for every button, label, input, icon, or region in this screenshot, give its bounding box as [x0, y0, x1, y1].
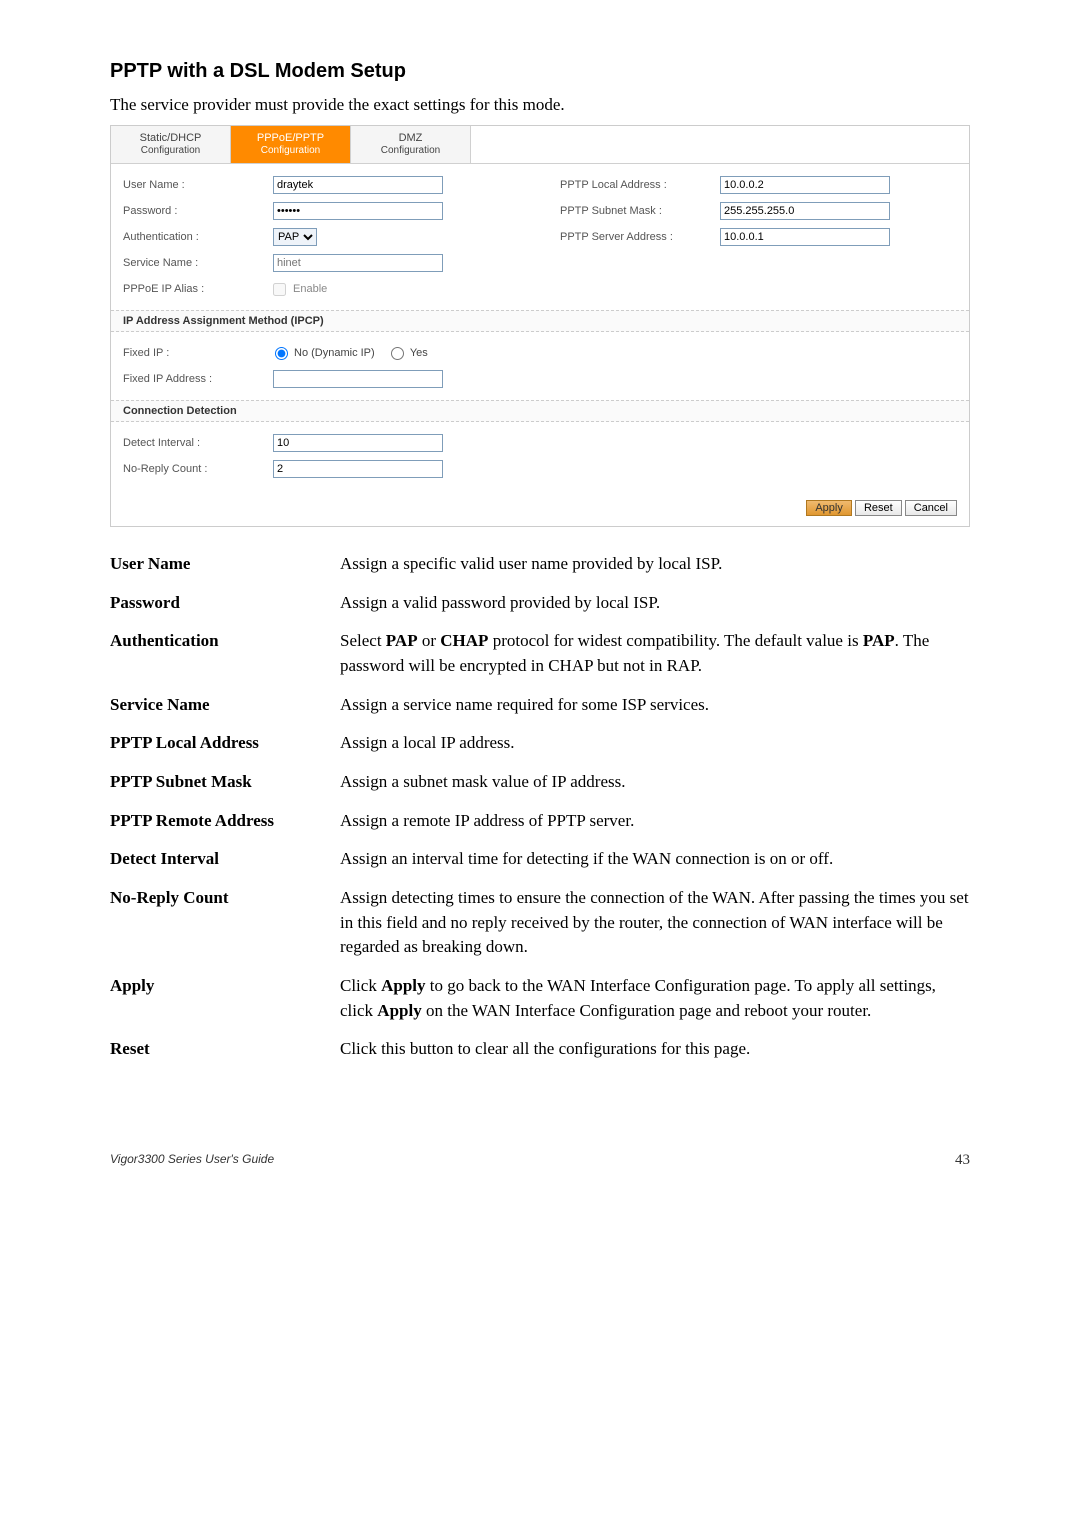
radio-yes-label: Yes: [410, 347, 428, 359]
service-input[interactable]: [273, 254, 443, 272]
definitions-list: User NameAssign a specific valid user na…: [110, 552, 970, 1062]
tab-label-line2: Configuration: [121, 145, 220, 157]
fixed-ip-no-radio[interactable]: [275, 347, 288, 360]
footer-guide: Vigor3300 Series User's Guide: [110, 1152, 274, 1169]
def-desc: Click Apply to go back to the WAN Interf…: [340, 974, 970, 1023]
radio-no-label: No (Dynamic IP): [294, 347, 375, 359]
def-desc: Assign a specific valid user name provid…: [340, 552, 970, 577]
pptp-local-label: PPTP Local Address :: [560, 179, 720, 191]
def-desc: Click this button to clear all the confi…: [340, 1037, 970, 1062]
pptp-local-input[interactable]: [720, 176, 890, 194]
tab-pppoe-pptp[interactable]: PPPoE/PPTP Configuration: [231, 126, 351, 163]
noreply-label: No-Reply Count :: [123, 463, 273, 475]
fixed-ip-label: Fixed IP :: [123, 347, 273, 359]
tab-label-line1: PPPoE/PPTP: [241, 132, 340, 145]
tabs-row: Static/DHCP Configuration PPPoE/PPTP Con…: [111, 126, 969, 164]
alias-checkbox-label: Enable: [293, 283, 327, 295]
user-name-input[interactable]: [273, 176, 443, 194]
alias-checkbox[interactable]: [273, 283, 286, 296]
def-term: User Name: [110, 552, 340, 577]
ipcp-header: IP Address Assignment Method (IPCP): [111, 310, 969, 332]
page-footer: Vigor3300 Series User's Guide 43: [110, 1152, 970, 1169]
fixed-addr-input[interactable]: [273, 370, 443, 388]
footer-page-number: 43: [955, 1152, 970, 1169]
pptp-subnet-input[interactable]: [720, 202, 890, 220]
def-term: Service Name: [110, 693, 340, 718]
tab-label-line2: Configuration: [241, 145, 340, 157]
fixed-addr-label: Fixed IP Address :: [123, 373, 273, 385]
alias-label: PPPoE IP Alias :: [123, 283, 273, 295]
def-term: Reset: [110, 1037, 340, 1062]
cancel-button[interactable]: Cancel: [905, 500, 957, 516]
def-desc: Assign a subnet mask value of IP address…: [340, 770, 970, 795]
def-desc: Assign a local IP address.: [340, 731, 970, 756]
def-term: Apply: [110, 974, 340, 1023]
apply-button[interactable]: Apply: [806, 500, 852, 516]
config-screenshot: Static/DHCP Configuration PPPoE/PPTP Con…: [110, 125, 970, 527]
detect-interval-input[interactable]: [273, 434, 443, 452]
password-input[interactable]: [273, 202, 443, 220]
detect-interval-label: Detect Interval :: [123, 437, 273, 449]
def-term: Password: [110, 591, 340, 616]
def-term: Detect Interval: [110, 847, 340, 872]
def-desc: Assign a valid password provided by loca…: [340, 591, 970, 616]
def-term: No-Reply Count: [110, 886, 340, 960]
pptp-server-label: PPTP Server Address :: [560, 231, 720, 243]
password-label: Password :: [123, 205, 273, 217]
user-name-label: User Name :: [123, 179, 273, 191]
tab-label-line1: DMZ: [361, 132, 460, 145]
pptp-subnet-label: PPTP Subnet Mask :: [560, 205, 720, 217]
def-desc: Assign a remote IP address of PPTP serve…: [340, 809, 970, 834]
auth-label: Authentication :: [123, 231, 273, 243]
def-term: PPTP Remote Address: [110, 809, 340, 834]
tab-static-dhcp[interactable]: Static/DHCP Configuration: [111, 126, 231, 163]
tab-label-line2: Configuration: [361, 145, 460, 157]
def-desc: Assign detecting times to ensure the con…: [340, 886, 970, 960]
tab-dmz[interactable]: DMZ Configuration: [351, 126, 471, 163]
auth-select[interactable]: PAP: [273, 228, 317, 246]
def-desc: Assign a service name required for some …: [340, 693, 970, 718]
section-title: PPTP with a DSL Modem Setup: [110, 60, 970, 83]
def-term: PPTP Local Address: [110, 731, 340, 756]
service-label: Service Name :: [123, 257, 273, 269]
noreply-input[interactable]: [273, 460, 443, 478]
tab-label-line1: Static/DHCP: [121, 132, 220, 145]
def-term: Authentication: [110, 629, 340, 678]
def-desc: Select PAP or CHAP protocol for widest c…: [340, 629, 970, 678]
pptp-server-input[interactable]: [720, 228, 890, 246]
def-term: PPTP Subnet Mask: [110, 770, 340, 795]
conn-detection-header: Connection Detection: [111, 400, 969, 422]
def-desc: Assign an interval time for detecting if…: [340, 847, 970, 872]
reset-button[interactable]: Reset: [855, 500, 902, 516]
intro-text: The service provider must provide the ex…: [110, 95, 970, 115]
fixed-ip-yes-radio[interactable]: [391, 347, 404, 360]
